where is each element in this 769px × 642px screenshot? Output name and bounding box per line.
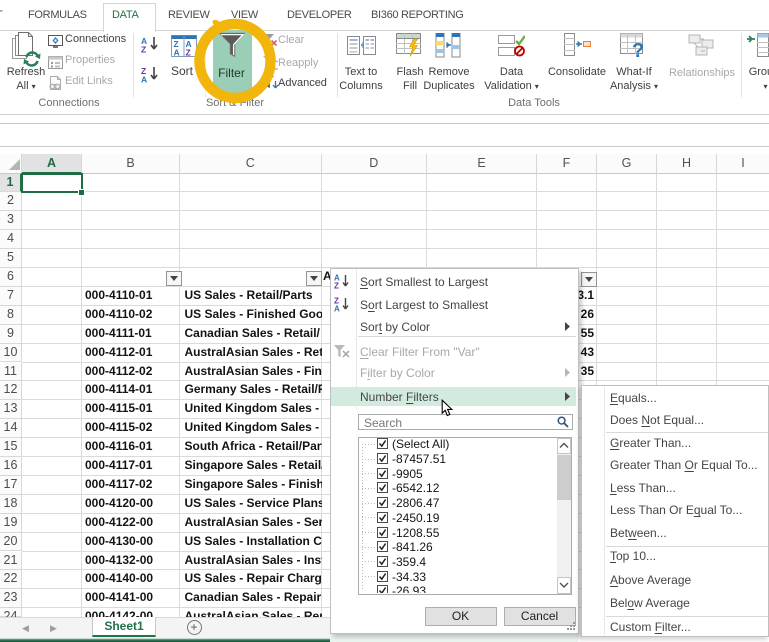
svg-text:A: A — [141, 75, 147, 84]
svg-text:Z: Z — [186, 48, 191, 58]
svg-text:?: ? — [632, 40, 644, 59]
svg-text:Z: Z — [141, 45, 146, 54]
svg-text:Z: Z — [334, 282, 339, 290]
svg-text:A: A — [334, 305, 340, 313]
svg-text:A: A — [174, 48, 180, 58]
